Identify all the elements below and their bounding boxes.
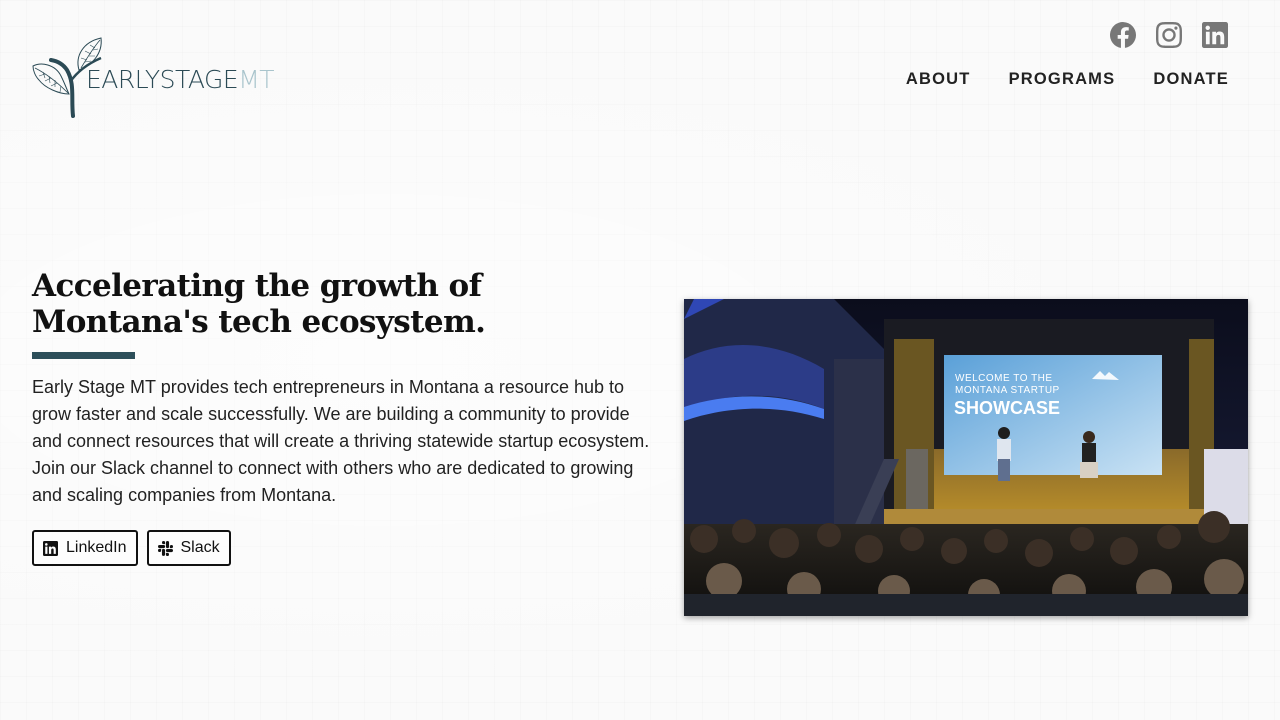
main-nav: ABOUT PROGRAMS DONATE xyxy=(906,70,1229,89)
slack-button-label: Slack xyxy=(180,539,220,556)
hero-buttons: LinkedIn Slack xyxy=(32,530,662,566)
linkedin-button-label: LinkedIn xyxy=(66,539,127,556)
facebook-icon xyxy=(1110,22,1136,48)
event-photo: WELCOME TO THE MONTANA STARTUP SHOWCASE xyxy=(684,299,1248,616)
screen-text-montana: MONTANA STARTUP xyxy=(955,385,1060,396)
nav-about[interactable]: ABOUT xyxy=(906,70,971,89)
instagram-icon xyxy=(1156,22,1182,48)
hero-headline: Accelerating the growth of Montana's tec… xyxy=(32,268,486,340)
hero-description: Early Stage MT provides tech entrepreneu… xyxy=(32,377,650,505)
slack-icon xyxy=(157,540,173,556)
nav-programs[interactable]: PROGRAMS xyxy=(1009,70,1116,89)
instagram-link[interactable] xyxy=(1156,22,1182,50)
headline-underline xyxy=(32,352,135,359)
nav-donate[interactable]: DONATE xyxy=(1153,70,1229,89)
slack-button[interactable]: Slack xyxy=(146,530,231,566)
linkedin-icon xyxy=(1202,22,1228,48)
linkedin-link[interactable] xyxy=(1202,22,1228,50)
linkedin-icon xyxy=(43,540,58,556)
screen-text-welcome: WELCOME TO THE xyxy=(955,373,1053,384)
logo-wordmark-dark: EARLYSTAGE xyxy=(86,65,239,94)
logo-wordmark: EARLYSTAGEMT xyxy=(86,65,275,94)
facebook-link[interactable] xyxy=(1110,22,1136,50)
site-logo[interactable]: EARLYSTAGEMT xyxy=(31,36,287,118)
screen-text-showcase: SHOWCASE xyxy=(954,398,1060,418)
social-links xyxy=(1110,22,1228,50)
hero-section: Accelerating the growth of Montana's tec… xyxy=(32,268,662,566)
logo-wordmark-light: MT xyxy=(238,65,275,94)
linkedin-button[interactable]: LinkedIn xyxy=(32,530,138,566)
